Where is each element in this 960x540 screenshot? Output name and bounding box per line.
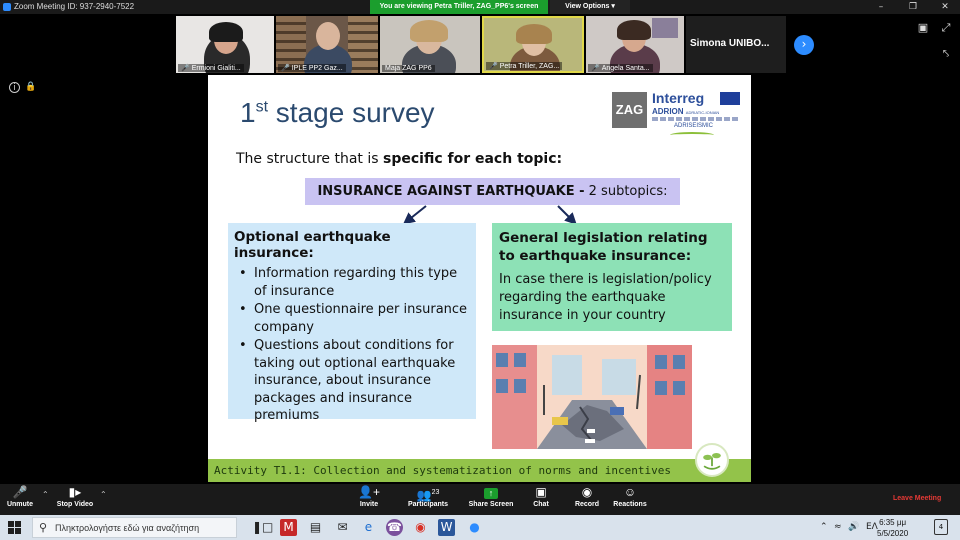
participant-name: Maja ZAG PP6: [385, 65, 432, 72]
invite-button[interactable]: 👤+ Invite: [355, 484, 383, 515]
mic-muted-icon: 🎤: [591, 65, 600, 72]
participant-tile[interactable]: 🎤 Angela Santa...: [586, 16, 684, 73]
participants-button[interactable]: 👥23 Participants: [404, 484, 452, 515]
sprout-logo-icon: [695, 443, 729, 477]
chat-bubble-icon: ▣: [535, 485, 547, 499]
lock-icon[interactable]: 🔒: [25, 82, 36, 93]
video-camera-icon: ▮▸: [68, 485, 82, 499]
task-view-icon[interactable]: ❚□: [252, 519, 273, 536]
exit-fullscreen-icon[interactable]: ⤣: [940, 48, 952, 60]
mic-muted-icon: 🎤: [489, 63, 498, 70]
record-icon: ◉: [581, 485, 593, 499]
meeting-toolbar: 🎤 Unmute ⌃ ▮▸ Stop Video ⌃ 👤+ Invite 👥23…: [0, 484, 960, 515]
mail-icon[interactable]: ✉: [334, 519, 351, 536]
slide-footer: Activity T1.1: Collection and systematiz…: [208, 459, 751, 482]
window-title-bar: Zoom Meeting ID: 937-2940-7522 You are v…: [0, 0, 960, 14]
earthquake-illustration: [492, 345, 692, 449]
participant-tile[interactable]: 🎤 Ermioni Gialiti...: [176, 16, 274, 73]
eu-flag-icon: [720, 92, 740, 105]
topic-box: INSURANCE AGAINST EARTHQUAKE - 2 subtopi…: [305, 178, 680, 205]
optional-insurance-box: Optional earthquake insurance: Informati…: [228, 223, 476, 423]
search-icon: ⚲: [39, 521, 48, 534]
fullscreen-icon[interactable]: ⤢: [940, 22, 952, 34]
file-explorer-icon[interactable]: ▤: [307, 519, 324, 536]
windows-start-icon[interactable]: [8, 521, 21, 534]
record-button[interactable]: ◉ Record: [572, 484, 602, 515]
participant-name: Simona UNIBO...: [690, 38, 770, 49]
restore-icon[interactable]: ❐: [898, 0, 928, 14]
close-icon[interactable]: ✕: [930, 0, 960, 14]
word-icon[interactable]: W: [438, 519, 455, 536]
participant-tile-active-speaker[interactable]: 🎤 Petra Triller, ZAG...: [482, 16, 584, 73]
viber-icon[interactable]: ☎: [386, 519, 403, 536]
add-person-icon: 👤+: [358, 485, 380, 499]
share-screen-icon: ↑: [466, 484, 516, 501]
mic-muted-icon: 🎤: [281, 65, 290, 72]
zag-logo: ZAG: [612, 92, 647, 128]
viewing-screen-banner: You are viewing Petra Triller, ZAG_PP6's…: [370, 0, 548, 14]
slide-intro: The structure that is specific for each …: [236, 151, 563, 167]
zoom-taskbar-icon[interactable]: ●: [466, 519, 483, 536]
edge-icon[interactable]: e: [360, 519, 377, 536]
participant-tile[interactable]: Maja ZAG PP6: [380, 16, 480, 73]
slide-title: 1st stage survey: [240, 97, 435, 128]
gallery-view-icon[interactable]: ▣: [917, 22, 929, 34]
mcafee-icon[interactable]: M: [280, 519, 297, 536]
participant-name: Angela Santa...: [601, 65, 650, 72]
participant-name: IPLE PP2 Gaz...: [291, 65, 343, 72]
list-item: One questionnaire per insurance company: [234, 301, 470, 336]
chevron-up-icon[interactable]: ⌃: [42, 490, 49, 499]
list-item: Questions about conditions for taking ou…: [234, 337, 470, 425]
shared-screen-slide: 1st stage survey ZAG Interreg ADRION ADR…: [208, 75, 751, 482]
view-options-button[interactable]: View Options ▾: [550, 0, 630, 14]
mic-muted-icon: 🎤: [181, 65, 190, 72]
mic-muted-icon: 🎤: [12, 485, 28, 499]
participant-name: Petra Triller, ZAG...: [499, 63, 560, 70]
leave-meeting-button[interactable]: Leave Meeting: [893, 495, 941, 502]
footer-text: Activity T1.1: Collection and systematiz…: [214, 464, 671, 477]
window-title: Zoom Meeting ID: 937-2940-7522: [14, 2, 135, 11]
wifi-icon[interactable]: ≈: [834, 522, 842, 532]
bullet-list: Information regarding this type of insur…: [234, 265, 470, 425]
list-item: Information regarding this type of insur…: [234, 265, 470, 300]
share-screen-button[interactable]: ↑ Share Screen: [466, 484, 516, 515]
volume-icon[interactable]: 🔊: [848, 522, 859, 532]
minimize-icon[interactable]: –: [866, 0, 896, 14]
box-title: Optional earthquake insurance:: [234, 229, 391, 261]
taskbar-search-input[interactable]: ⚲ Πληκτρολογήστε εδώ για αναζήτηση: [32, 517, 237, 538]
participant-tile[interactable]: 🎤 IPLE PP2 Gaz...: [276, 16, 378, 73]
interreg-logo: Interreg ADRION ADRIATIC-IONIAN ADRISEIS…: [652, 90, 744, 142]
chevron-up-icon[interactable]: ⌃: [820, 522, 828, 532]
participants-count: 23: [431, 489, 440, 496]
windows-taskbar: ⚲ Πληκτρολογήστε εδώ για αναζήτηση ❚□ M …: [0, 515, 960, 540]
zoom-app-icon: [3, 3, 11, 11]
chat-button[interactable]: ▣ Chat: [530, 484, 552, 515]
participants-icon: 👥23: [416, 488, 440, 502]
taskbar-clock[interactable]: 6:35 μμ 5/5/2020: [877, 517, 908, 539]
participant-tile[interactable]: Simona UNIBO...: [686, 16, 786, 73]
general-legislation-box: General legislation relating to earthqua…: [492, 223, 732, 331]
chrome-icon[interactable]: ◉: [412, 519, 429, 536]
reactions-button[interactable]: ☺ Reactions: [612, 484, 648, 515]
notification-center-icon[interactable]: 4: [934, 519, 948, 535]
smiley-icon: ☺: [623, 485, 637, 499]
unmute-button[interactable]: 🎤 Unmute: [4, 484, 36, 515]
chevron-up-icon[interactable]: ⌃: [100, 490, 107, 499]
info-icon[interactable]: i: [9, 82, 20, 93]
stop-video-button[interactable]: ▮▸ Stop Video: [54, 484, 96, 515]
participant-name: Ermioni Gialiti...: [191, 65, 241, 72]
box-text: In case there is legislation/policy rega…: [499, 272, 712, 323]
box-title: General legislation relating to earthqua…: [499, 230, 708, 264]
next-page-arrow-icon[interactable]: ›: [794, 35, 814, 55]
